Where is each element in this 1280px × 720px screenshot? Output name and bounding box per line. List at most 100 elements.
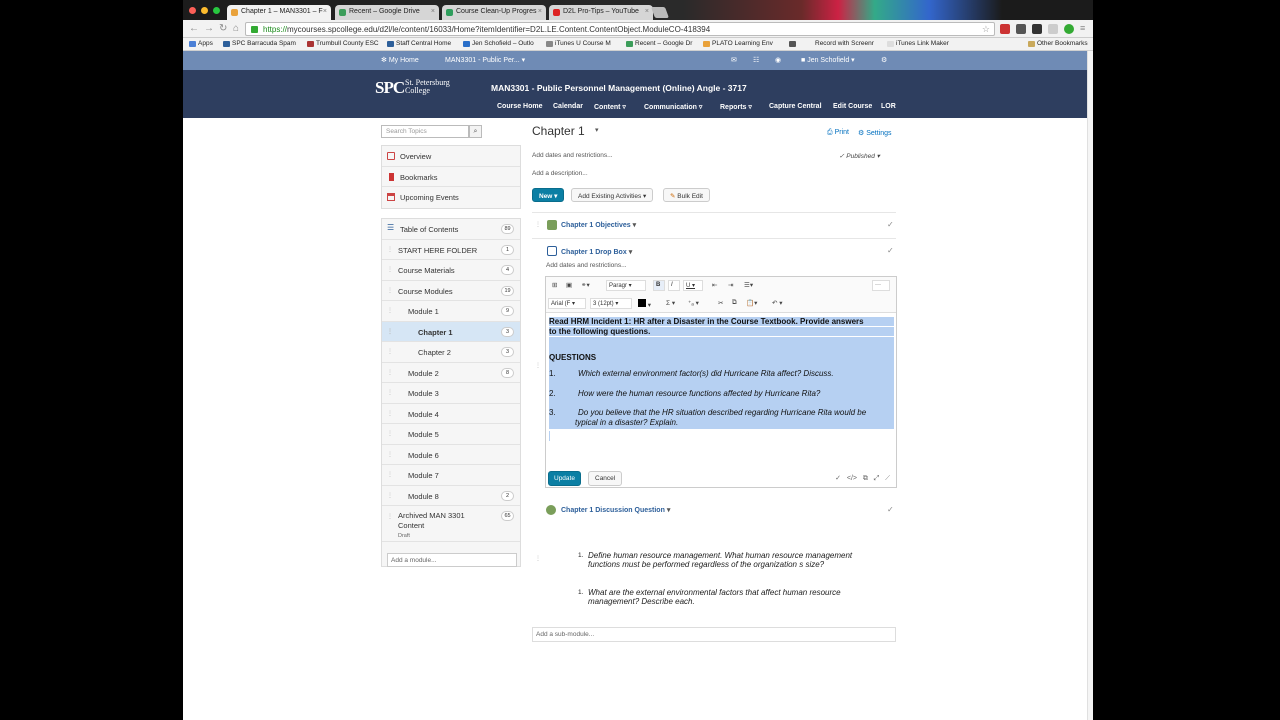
topic-chapter-1-discussion[interactable]: Chapter 1 Discussion Question ▾ [561, 506, 670, 514]
bookmark-apps[interactable]: Apps [189, 40, 213, 47]
nav-calendar[interactable]: Calendar [553, 103, 583, 110]
drag-handle-icon[interactable]: ⋮ [387, 348, 393, 355]
add-description-link[interactable]: Add a description... [532, 170, 588, 177]
tab-close-icon[interactable]: × [323, 8, 327, 15]
bookmark-item[interactable]: Record with Screenr [806, 40, 874, 47]
text-color-icon[interactable]: ▾ [638, 299, 651, 309]
add-dates-link[interactable]: Add dates and restrictions... [546, 262, 627, 269]
add-submodule-input[interactable]: Add a sub-module... [532, 627, 896, 642]
drag-handle-icon[interactable]: ⋮ [387, 328, 393, 335]
toc-item-module-4[interactable]: ⋮ Module 4 [382, 404, 520, 424]
paste-icon[interactable]: 📋▾ [746, 299, 757, 307]
bookmark-item[interactable]: Recent – Google Dr [626, 40, 692, 47]
bookmark-item[interactable]: SPC Barracuda Spam [223, 40, 296, 47]
tab-chapter-1[interactable]: Chapter 1 – MAN3301 – F × [227, 5, 331, 20]
bookmark-item[interactable]: iTunes Link Maker [887, 40, 949, 47]
drag-handle-icon[interactable]: ⋮ [387, 492, 393, 499]
indent-icon[interactable]: ⇥ [728, 281, 733, 289]
toc-item-module-6[interactable]: ⋮ Module 6 [382, 445, 520, 465]
toc-item-module-8[interactable]: ⋮ Module 8 2 [382, 486, 520, 506]
spc-logo[interactable]: SPC St. Petersburg College [375, 78, 450, 98]
tab-close-icon[interactable]: × [538, 8, 542, 15]
search-topics-input[interactable]: Search Topics [381, 125, 469, 138]
other-bookmarks[interactable]: Other Bookmarks [1028, 40, 1088, 47]
reload-icon[interactable]: ↻ [219, 23, 227, 34]
extension-icon[interactable] [1032, 24, 1042, 34]
nav-edit-course[interactable]: Edit Course [833, 103, 872, 110]
nav-reports[interactable]: Reports ▿ [720, 103, 752, 111]
equation-icon[interactable]: Σ ▾ [666, 299, 675, 307]
more-options-button[interactable]: ··· [872, 280, 890, 291]
tab-close-icon[interactable]: × [645, 8, 649, 15]
close-window-icon[interactable] [189, 7, 196, 14]
drag-handle-icon[interactable]: ⋮ [387, 471, 393, 478]
topic-chapter-1-objectives[interactable]: Chapter 1 Objectives ▾ [561, 221, 636, 229]
menu-icon[interactable]: ≡ [1080, 23, 1085, 33]
nav-capture-central[interactable]: Capture Central [769, 103, 822, 110]
drag-handle-icon[interactable]: ⋮ [387, 451, 393, 458]
back-arrow-icon[interactable]: ← [189, 23, 199, 34]
fullscreen-icon[interactable]: ⤢ [874, 475, 880, 482]
user-menu[interactable]: ■ Jen Schofield ▾ [801, 56, 855, 64]
bold-button[interactable]: B [653, 280, 665, 291]
my-home-link[interactable]: ✻ My Home [381, 56, 419, 64]
toc-item-module-1[interactable]: ⋮ Module 1 9 [382, 301, 520, 322]
address-bar[interactable]: https://mycourses.spcollege.edu/d2l/le/c… [245, 22, 995, 36]
spellcheck-icon[interactable]: ✓ [835, 475, 841, 482]
drag-handle-icon[interactable]: ⋮ [535, 555, 541, 562]
sidebar-item-upcoming-events[interactable]: Upcoming Events [382, 187, 520, 208]
nav-course-home[interactable]: Course Home [497, 103, 543, 110]
toc-item-archived[interactable]: ⋮ Archived MAN 3301 Content 65 Draft [382, 506, 520, 542]
drag-handle-icon[interactable]: ⋮ [387, 512, 393, 522]
message-icon[interactable]: ✉ [731, 56, 737, 64]
nav-content[interactable]: Content ▿ [594, 103, 626, 111]
insert-symbol-icon[interactable]: ⁺ₐ ▾ [688, 299, 699, 307]
tab-youtube[interactable]: D2L Pro-Tips – YouTube × [549, 5, 653, 20]
sidebar-item-overview[interactable]: Overview [382, 146, 520, 167]
editor-content[interactable]: Read HRM Incident 1: HR after a Disaster… [549, 317, 895, 441]
bookmark-item[interactable]: Staff Central Home [387, 40, 451, 47]
toc-item-chapter-2[interactable]: ⋮ Chapter 2 3 [382, 342, 520, 363]
underline-button[interactable]: U ▾ [683, 280, 703, 291]
course-selector[interactable]: MAN3301 - Public Per... ▾ [445, 56, 525, 64]
extension-icon[interactable] [1048, 24, 1058, 34]
drag-handle-icon[interactable]: ⋮ [387, 287, 393, 294]
extension-icon[interactable] [1000, 24, 1010, 34]
subscriptions-icon[interactable]: ☷ [753, 56, 759, 64]
font-family-select[interactable]: Arial (F ▾ [548, 298, 586, 309]
toc-item-start-here[interactable]: ⋮ START HERE FOLDER 1 [382, 240, 520, 260]
chevron-down-icon[interactable]: ▾ [629, 249, 633, 256]
italic-button[interactable]: I [668, 280, 680, 291]
nav-communication[interactable]: Communication ▿ [644, 103, 702, 111]
tab-close-icon[interactable]: × [431, 8, 435, 15]
bookmark-item[interactable]: iTunes U Course M [546, 40, 611, 47]
update-button[interactable]: Update [548, 471, 581, 486]
settings-link[interactable]: ⚙ Settings [858, 129, 892, 137]
resize-handle-icon[interactable]: ⟋ [885, 475, 890, 482]
bulk-edit-button[interactable]: ✎ Bulk Edit [663, 188, 710, 202]
forward-arrow-icon[interactable]: → [204, 23, 214, 34]
copy-icon[interactable]: ⧉ [732, 299, 737, 307]
drag-handle-icon[interactable]: ⋮ [387, 369, 393, 376]
bookmark-star-icon[interactable]: ☆ [982, 24, 990, 35]
chevron-down-icon[interactable]: ▾ [667, 507, 671, 514]
settings-gear-icon[interactable]: ⚙ [881, 56, 887, 64]
chevron-down-icon[interactable]: ▾ [633, 222, 637, 229]
paragraph-format-select[interactable]: Paragr ▾ [606, 280, 646, 291]
chevron-down-icon[interactable]: ▾ [595, 126, 599, 134]
bookmark-item[interactable]: Jen Schofield – Outlo [463, 40, 534, 47]
page-scrollbar[interactable] [1087, 51, 1093, 720]
drag-handle-icon[interactable]: ⋮ [387, 307, 393, 314]
new-tab-button[interactable] [650, 7, 670, 18]
source-code-icon[interactable]: </> [847, 475, 857, 482]
insert-link-icon[interactable]: ⚭▾ [581, 281, 590, 289]
toc-item-course-materials[interactable]: ⋮ Course Materials 4 [382, 260, 520, 281]
toc-item-module-2[interactable]: ⋮ Module 2 8 [382, 363, 520, 383]
drag-handle-icon[interactable]: ⋮ [387, 246, 393, 253]
topic-chapter-1-drop-box[interactable]: Chapter 1 Drop Box ▾ [561, 248, 632, 256]
preview-icon[interactable]: ⧉ [863, 475, 868, 482]
cut-icon[interactable]: ✂ [718, 299, 723, 307]
minimize-window-icon[interactable] [201, 7, 208, 14]
toc-item-table-of-contents[interactable]: ☰ Table of Contents 89 [382, 219, 520, 240]
home-icon[interactable]: ⌂ [233, 23, 239, 34]
